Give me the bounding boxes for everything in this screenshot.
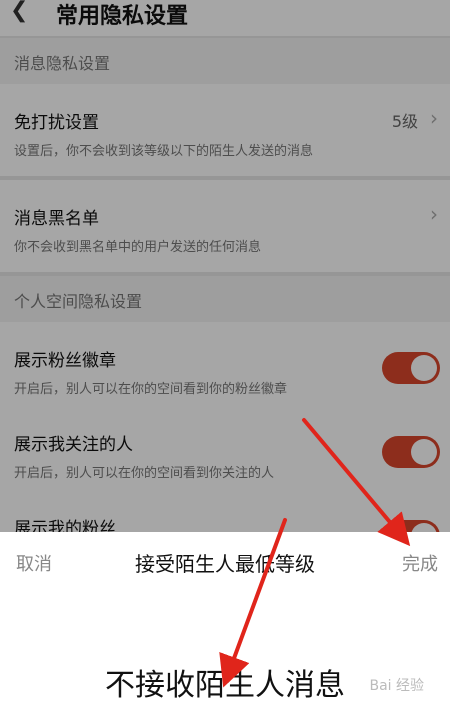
picker-title: 接受陌生人最低等级 [135,552,315,576]
done-button[interactable]: 完成 [402,550,438,576]
privacy-settings-page: ❮ 常用隐私设置 消息隐私设置 免打扰设置 设置后，你不会收到该等级以下的陌生人… [0,0,450,715]
level-picker-sheet: 取消 接受陌生人最低等级 完成 不接收陌生人消息 Bai 经验 [0,532,450,715]
modal-overlay[interactable] [0,0,450,532]
watermark: Bai 经验 [369,678,424,694]
